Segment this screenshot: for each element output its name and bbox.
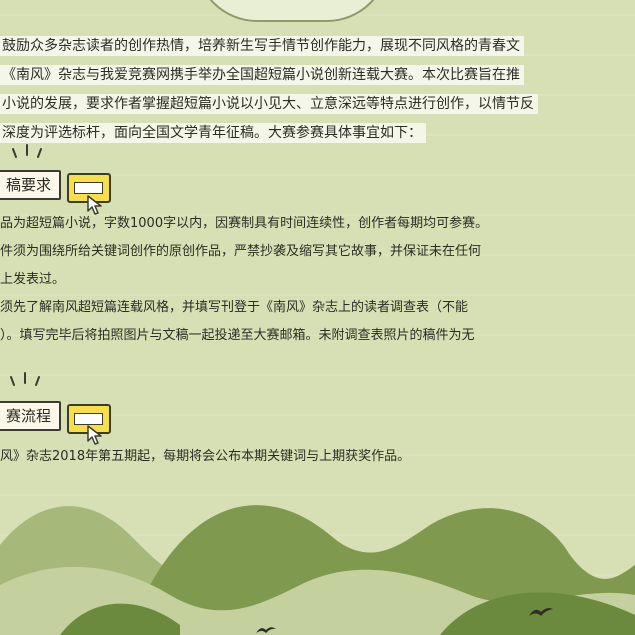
cursor-icon	[87, 425, 102, 445]
intro-line: 《南风》杂志与我爱竞赛网携手举办全国超短篇小说创新连载大赛。本次比赛旨在推	[0, 65, 524, 85]
intro-line: 小说的发展，要求作者掌握超短篇小说以小见大、立意深远等特点进行创作，以情节反	[0, 94, 538, 114]
process-item: 风》杂志2018年第五期起，每期将会公布本期关键词与上期获奖作品。	[0, 449, 411, 464]
intro-paragraph: 鼓励众多杂志读者的创作热情，培养新生写手情节创作能力，展现不同风格的青春文 《南…	[0, 32, 620, 148]
requirement-item: 须先了解南风超短篇连载风格，并填写刊登于《南风》杂志上的读者调查表（不能	[0, 300, 469, 315]
sparkle-icon	[12, 144, 42, 158]
requirement-item: ）。填写完毕后将拍照图片与文稿一起投递至大赛邮箱。未附调查表照片的稿件为无	[0, 328, 475, 343]
bird-icon	[256, 627, 276, 633]
header-decoration	[195, 0, 389, 22]
section-title-process: 赛流程	[0, 401, 62, 431]
requirement-item: 件须为围绕所给关键词创作的原创作品，严禁抄袭及缩写其它故事，并保证未在任何	[0, 244, 482, 259]
sparkle-icon	[10, 372, 40, 386]
intro-line: 深度为评选标杆，面向全国文学青年征稿。大赛参赛具体事宜如下：	[0, 123, 426, 143]
bird-icon	[529, 608, 553, 616]
section-title-requirements: 稿要求	[0, 170, 62, 200]
requirement-item: 上发表过。	[0, 272, 66, 287]
requirements-list: 品为超短篇小说，字数1000字以内，因赛制具有时间连续性，创作者每期均可参赛。 …	[0, 210, 620, 350]
requirement-item: 品为超短篇小说，字数1000字以内，因赛制具有时间连续性，创作者每期均可参赛。	[0, 216, 489, 231]
intro-line: 鼓励众多杂志读者的创作热情，培养新生写手情节创作能力，展现不同风格的青春文	[0, 36, 524, 56]
